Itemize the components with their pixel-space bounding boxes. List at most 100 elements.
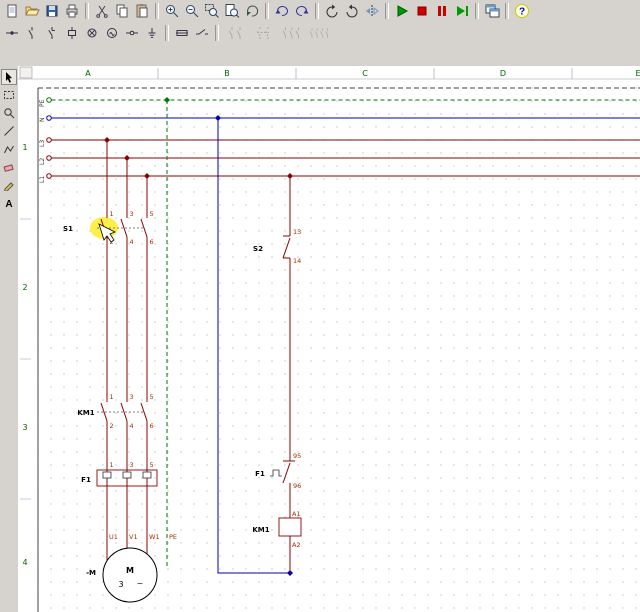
zoom-window-button[interactable] bbox=[202, 1, 222, 21]
eraser-tool-button[interactable] bbox=[1, 159, 17, 175]
magnifier-icon bbox=[4, 108, 15, 119]
symbol-wire-button[interactable] bbox=[2, 23, 22, 43]
polyline-tool-button[interactable] bbox=[1, 141, 17, 157]
printer-icon bbox=[66, 4, 78, 18]
contact-set-4-button[interactable] bbox=[306, 23, 334, 43]
bus-label-l1: L1 bbox=[39, 176, 46, 183]
schematic-drawing[interactable]: A B C D E 1 2 3 4 PE N L3 L2 L1 S1 1 3 5… bbox=[18, 66, 640, 612]
paste-button[interactable] bbox=[132, 1, 152, 21]
text-tool-button[interactable]: A bbox=[1, 195, 17, 211]
ground-symbol-icon bbox=[148, 28, 156, 38]
s1-terminal-5: 5 bbox=[150, 210, 154, 218]
copy-button[interactable] bbox=[112, 1, 132, 21]
zoom-page-button[interactable] bbox=[222, 1, 242, 21]
empty-toolbar-area bbox=[0, 44, 640, 66]
toolbar-separator bbox=[165, 25, 169, 41]
symbol-fuse-button[interactable] bbox=[172, 23, 192, 43]
pointer-tool-button[interactable] bbox=[1, 69, 17, 85]
symbol-coil-button[interactable] bbox=[62, 23, 82, 43]
zoom-out-button[interactable] bbox=[182, 1, 202, 21]
zoom-in-button[interactable] bbox=[162, 1, 182, 21]
symbol-motor-button[interactable] bbox=[102, 23, 122, 43]
row-label-4: 4 bbox=[22, 558, 27, 567]
floppy-disk-icon bbox=[46, 5, 58, 17]
contact-set-2-icon bbox=[256, 27, 269, 39]
symbol-terminal-button[interactable] bbox=[122, 23, 142, 43]
motor-terminal-v1: V1 bbox=[129, 533, 138, 541]
mirror-button[interactable] bbox=[362, 1, 382, 21]
rotate-left-icon bbox=[326, 4, 338, 18]
bus-label-n: N bbox=[39, 118, 46, 123]
f1-terminal-5: 5 bbox=[150, 461, 154, 469]
pause-button[interactable] bbox=[432, 1, 452, 21]
bus-pe-endpoint bbox=[46, 97, 52, 103]
column-label-d: D bbox=[500, 69, 506, 78]
pencil-icon bbox=[4, 182, 14, 191]
lamp-symbol-icon bbox=[87, 28, 97, 38]
symbol-contact-no-button[interactable] bbox=[22, 23, 42, 43]
s2-terminal-14: 14 bbox=[293, 257, 301, 265]
toolbar-separator bbox=[385, 3, 389, 19]
zoom-page-icon bbox=[225, 4, 240, 18]
s1-label: S1 bbox=[63, 225, 73, 233]
tool-palette: A bbox=[0, 66, 18, 612]
contact-set-3-button[interactable] bbox=[278, 23, 306, 43]
km1-terminal-6: 6 bbox=[150, 422, 154, 430]
copy-icon bbox=[116, 4, 128, 18]
toolbar-symbols bbox=[0, 22, 640, 44]
zoom-window-icon bbox=[205, 4, 219, 18]
contact-set-2-button[interactable] bbox=[250, 23, 278, 43]
zoom-out-icon bbox=[186, 5, 199, 18]
symbol-contact-nc-button[interactable] bbox=[42, 23, 62, 43]
symbol-ground-button[interactable] bbox=[142, 23, 162, 43]
motor-circle[interactable] bbox=[102, 547, 158, 603]
contact-nc-symbol-icon bbox=[48, 27, 55, 39]
text-tool-icon: A bbox=[5, 199, 12, 209]
symbol-lamp-button[interactable] bbox=[82, 23, 102, 43]
km1-terminal-a2: A2 bbox=[292, 541, 301, 549]
save-button[interactable] bbox=[42, 1, 62, 21]
stop-icon bbox=[417, 6, 427, 16]
step-forward-icon bbox=[457, 6, 468, 16]
pencil-tool-button[interactable] bbox=[1, 177, 17, 193]
area-select-tool-button[interactable] bbox=[1, 87, 17, 103]
help-button[interactable]: ? bbox=[512, 1, 532, 21]
motor-letter: M bbox=[126, 566, 134, 575]
motor-label: -M bbox=[86, 569, 96, 577]
contact-no-symbol-icon bbox=[28, 27, 33, 39]
cut-button[interactable] bbox=[92, 1, 112, 21]
km1-terminal-4: 4 bbox=[130, 422, 134, 430]
windows-button[interactable] bbox=[482, 1, 502, 21]
coil-symbol-icon bbox=[68, 27, 76, 39]
motor-phase: 3 bbox=[118, 580, 123, 589]
rotate-right-button[interactable] bbox=[342, 1, 362, 21]
step-button[interactable] bbox=[452, 1, 472, 21]
rotate-right-icon bbox=[346, 4, 358, 18]
undo-arrow-icon bbox=[275, 6, 288, 17]
km1-coil-box[interactable] bbox=[278, 517, 302, 537]
bus-n-endpoint bbox=[46, 115, 52, 121]
redraw-button[interactable] bbox=[242, 1, 262, 21]
fuse-symbol-icon bbox=[176, 30, 188, 36]
undo-button[interactable] bbox=[272, 1, 292, 21]
km1-terminal-1: 1 bbox=[110, 393, 114, 401]
new-button[interactable] bbox=[2, 1, 22, 21]
stop-button[interactable] bbox=[412, 1, 432, 21]
run-button[interactable] bbox=[392, 1, 412, 21]
contact-set-1-button[interactable] bbox=[222, 23, 250, 43]
eraser-icon bbox=[3, 164, 14, 172]
wire-symbol-icon bbox=[6, 31, 18, 35]
schematic-canvas[interactable]: A B C D E 1 2 3 4 PE N L3 L2 L1 S1 1 3 5… bbox=[18, 66, 640, 612]
rotate-left-button[interactable] bbox=[322, 1, 342, 21]
symbol-switch-button[interactable] bbox=[192, 23, 212, 43]
open-button[interactable] bbox=[22, 1, 42, 21]
redo-button[interactable] bbox=[292, 1, 312, 21]
line-tool-button[interactable] bbox=[1, 123, 17, 139]
line-icon bbox=[4, 126, 14, 136]
toolbar-separator bbox=[85, 3, 89, 19]
bus-label-l2: L2 bbox=[39, 158, 46, 165]
km1-contacts-label: KM1 bbox=[77, 409, 94, 417]
print-button[interactable] bbox=[62, 1, 82, 21]
new-document-icon bbox=[7, 4, 17, 18]
zoom-tool-button[interactable] bbox=[1, 105, 17, 121]
